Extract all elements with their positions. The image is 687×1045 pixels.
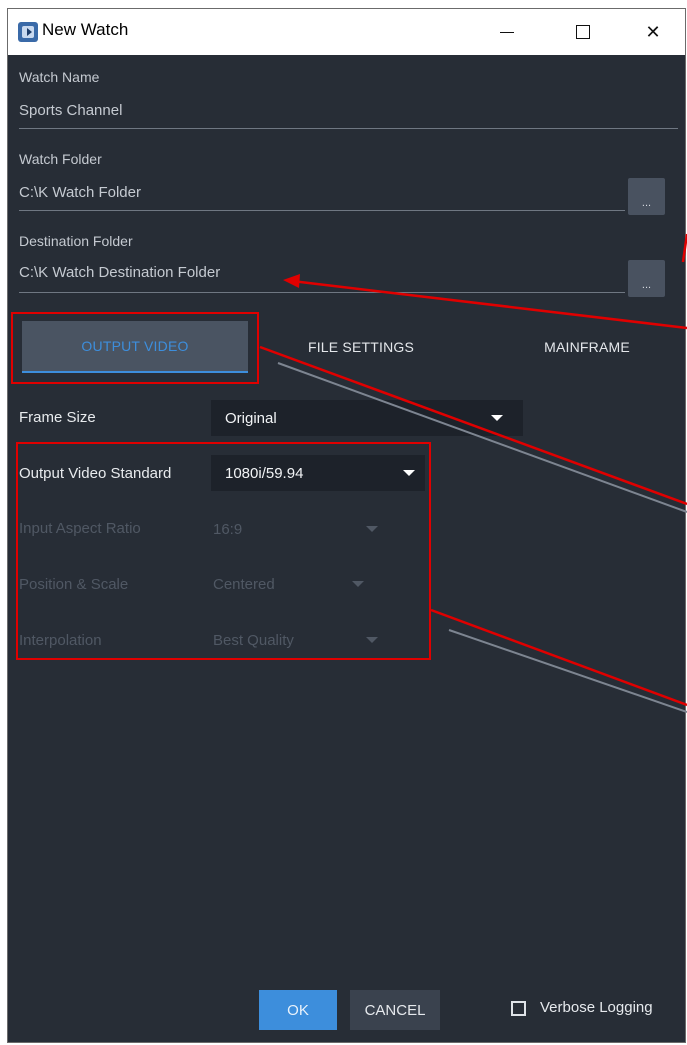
watch-name-underline [19,128,678,129]
app-icon [18,22,38,42]
chevron-down-icon [491,415,503,421]
maximize-button[interactable] [560,9,606,55]
watch-folder-browse-button[interactable]: ... [628,178,665,215]
highlight-box-output-tab [11,312,259,384]
destination-folder-underline [19,292,625,293]
verbose-logging-label: Verbose Logging [540,999,653,1016]
window-title: New Watch [42,20,129,39]
cancel-button[interactable]: CANCEL [350,990,440,1030]
title-bar: New Watch ✕ [8,9,685,55]
watch-folder-label: Watch Folder [19,151,102,167]
minimize-icon [500,31,514,33]
verbose-logging-checkbox[interactable] [511,1001,526,1016]
destination-folder-input[interactable]: C:\K Watch Destination Folder [19,264,220,281]
tab-file-settings[interactable]: FILE SETTINGS [248,321,474,373]
destination-folder-browse-button[interactable]: ... [628,260,665,297]
close-icon: ✕ [645,21,661,42]
close-button[interactable]: ✕ [630,9,676,55]
minimize-button[interactable] [484,9,530,55]
destination-folder-label: Destination Folder [19,233,133,249]
frame-size-dropdown[interactable]: Original [211,400,523,436]
watch-name-input[interactable]: Sports Channel [19,102,122,119]
highlight-box-settings [16,442,431,660]
maximize-icon [576,25,590,39]
ok-button[interactable]: OK [259,990,337,1030]
watch-name-label: Watch Name [19,69,100,85]
tab-mainframe[interactable]: MAINFRAME [474,321,685,373]
watch-folder-input[interactable]: C:\K Watch Folder [19,184,141,201]
frame-size-value: Original [225,409,277,427]
watch-folder-underline [19,210,625,211]
frame-size-label: Frame Size [19,409,96,426]
